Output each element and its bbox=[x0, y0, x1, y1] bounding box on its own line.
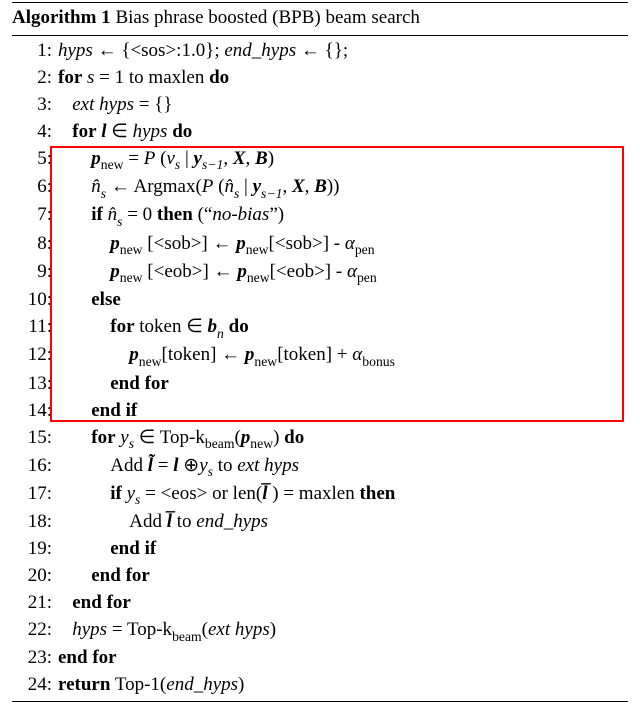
code-text: end for bbox=[58, 371, 169, 398]
line-number: 10: bbox=[12, 287, 58, 314]
code-text: end for bbox=[58, 645, 117, 672]
code-line: 10: else bbox=[12, 287, 628, 314]
code-line: 17: if ys = <eos> or len(l̅ ) = maxlen t… bbox=[12, 481, 628, 509]
code-text: end if bbox=[58, 536, 156, 563]
code-text: end for bbox=[58, 563, 150, 590]
line-number: 9: bbox=[12, 259, 58, 286]
code-line: 8: pnew [<sob>] ← pnew[<sob>] - αpen bbox=[12, 231, 628, 259]
code-text: if ys = <eos> or len(l̅ ) = maxlen then bbox=[58, 481, 395, 509]
code-line: 19: end if bbox=[12, 536, 628, 563]
code-text: for l ∈ hyps do bbox=[58, 119, 192, 146]
code-text: end for bbox=[58, 590, 131, 617]
code-line: 12: pnew[token] ← pnew[token] + αbonus bbox=[12, 342, 628, 370]
code-line: 5: pnew = P (vs | ys−1, X, B) bbox=[12, 146, 628, 174]
algorithm-caption: Bias phrase boosted (BPB) beam search bbox=[115, 7, 419, 28]
algorithm-title-row: Algorithm 1 Bias phrase boosted (BPB) be… bbox=[12, 2, 628, 36]
code-line: 13: end for bbox=[12, 371, 628, 398]
line-number: 22: bbox=[12, 617, 58, 644]
code-text: for ys ∈ Top-kbeam(pnew) do bbox=[58, 425, 304, 453]
line-number: 21: bbox=[12, 590, 58, 617]
code-text: Add l̅ to end_hyps bbox=[58, 509, 268, 536]
code-text: else bbox=[58, 287, 121, 314]
line-number: 13: bbox=[12, 371, 58, 398]
line-number: 15: bbox=[12, 425, 58, 452]
code-text: pnew = P (vs | ys−1, X, B) bbox=[58, 146, 274, 174]
code-line: 15: for ys ∈ Top-kbeam(pnew) do bbox=[12, 425, 628, 453]
line-number: 14: bbox=[12, 398, 58, 425]
code-line: 16: Add l̃ = l ⊕ys to ext hyps bbox=[12, 453, 628, 481]
code-text: if n̂s = 0 then (“no-bias”) bbox=[58, 202, 284, 230]
code-line: 9: pnew [<eob>] ← pnew[<eob>] - αpen bbox=[12, 259, 628, 287]
line-number: 6: bbox=[12, 174, 58, 201]
code-line: 2:for s = 1 to maxlen do bbox=[12, 65, 628, 92]
algorithm-label: Algorithm 1 bbox=[12, 7, 111, 28]
line-number: 8: bbox=[12, 231, 58, 258]
code-text: hyps ← {<sos>:1.0}; end_hyps ← {}; bbox=[58, 38, 348, 65]
code-text: Add l̃ = l ⊕ys to ext hyps bbox=[58, 453, 299, 481]
line-number: 11: bbox=[12, 314, 58, 341]
line-number: 17: bbox=[12, 481, 58, 508]
algorithm-block: Algorithm 1 Bias phrase boosted (BPB) be… bbox=[0, 0, 640, 708]
line-number: 3: bbox=[12, 92, 58, 119]
code-line: 24:return Top-1(end_hyps) bbox=[12, 672, 628, 699]
code-text: return Top-1(end_hyps) bbox=[58, 672, 244, 699]
line-number: 24: bbox=[12, 672, 58, 699]
line-number: 20: bbox=[12, 563, 58, 590]
algorithm-body: 1:hyps ← {<sos>:1.0}; end_hyps ← {}; 2:f… bbox=[12, 38, 628, 699]
code-text: pnew[token] ← pnew[token] + αbonus bbox=[58, 342, 395, 370]
code-line: 20: end for bbox=[12, 563, 628, 590]
line-number: 7: bbox=[12, 202, 58, 229]
code-text: pnew [<eob>] ← pnew[<eob>] - αpen bbox=[58, 259, 377, 287]
code-line: 1:hyps ← {<sos>:1.0}; end_hyps ← {}; bbox=[12, 38, 628, 65]
code-text: n̂s ← Argmax(P (n̂s | ys−1, X, B)) bbox=[58, 174, 339, 202]
code-line: 4: for l ∈ hyps do bbox=[12, 119, 628, 146]
code-line: 21: end for bbox=[12, 590, 628, 617]
code-text: ext hyps = {} bbox=[58, 92, 172, 119]
code-line: 18: Add l̅ to end_hyps bbox=[12, 509, 628, 536]
line-number: 2: bbox=[12, 65, 58, 92]
code-line: 7: if n̂s = 0 then (“no-bias”) bbox=[12, 202, 628, 230]
code-line: 22: hyps = Top-kbeam(ext hyps) bbox=[12, 617, 628, 645]
code-line: 11: for token ∈ bn do bbox=[12, 314, 628, 342]
line-number: 19: bbox=[12, 536, 58, 563]
line-number: 5: bbox=[12, 146, 58, 173]
code-text: for token ∈ bn do bbox=[58, 314, 249, 342]
line-number: 1: bbox=[12, 38, 58, 65]
code-text: end if bbox=[58, 398, 137, 425]
code-line: 14: end if bbox=[12, 398, 628, 425]
line-number: 12: bbox=[12, 342, 58, 369]
code-text: for s = 1 to maxlen do bbox=[58, 65, 229, 92]
line-number: 4: bbox=[12, 119, 58, 146]
code-line: 3: ext hyps = {} bbox=[12, 92, 628, 119]
code-line: 6: n̂s ← Argmax(P (n̂s | ys−1, X, B)) bbox=[12, 174, 628, 202]
line-number: 16: bbox=[12, 453, 58, 480]
code-text: pnew [<sob>] ← pnew[<sob>] - αpen bbox=[58, 231, 375, 259]
code-line: 23:end for bbox=[12, 645, 628, 672]
line-number: 23: bbox=[12, 645, 58, 672]
code-text: hyps = Top-kbeam(ext hyps) bbox=[58, 617, 276, 645]
line-number: 18: bbox=[12, 509, 58, 536]
